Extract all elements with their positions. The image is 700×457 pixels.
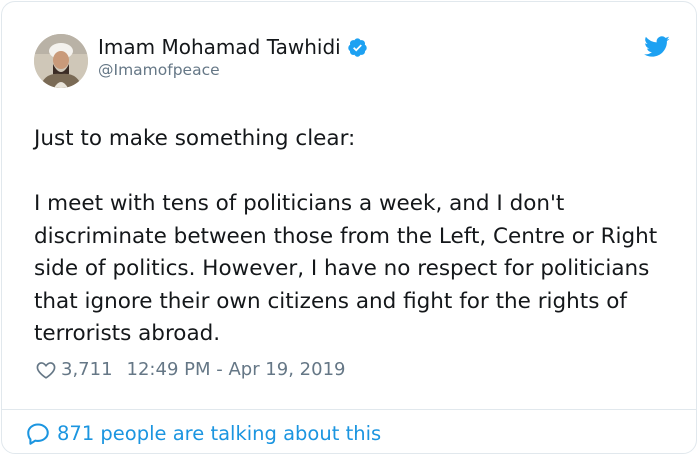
talking-about-label[interactable]: 871 people are talking about this [57,421,381,447]
author-name-row[interactable]: Imam Mohamad Tawhidi [98,35,368,59]
speech-bubble-icon [27,423,49,445]
heart-icon[interactable] [35,359,57,381]
tweet-timestamp[interactable]: 12:49 PM - Apr 19, 2019 [127,358,346,382]
talking-about-link[interactable]: 871 people are talking about this [25,421,381,447]
like-count[interactable]: 3,711 [61,358,113,382]
tweet-meta: 3,711 12:49 PM - Apr 19, 2019 [35,358,345,382]
tweet-text: Just to make something clear: I meet wit… [34,126,658,346]
avatar[interactable] [34,34,88,88]
avatar-image [34,34,88,88]
verified-badge-icon [348,37,367,57]
author-name[interactable]: Imam Mohamad Tawhidi [98,35,341,59]
divider [2,409,696,410]
twitter-bird-icon[interactable] [644,36,670,58]
tweet-card[interactable]: Imam Mohamad Tawhidi @Imamofpeace Just t… [1,1,697,454]
author-handle[interactable]: @Imamofpeace [98,60,220,80]
